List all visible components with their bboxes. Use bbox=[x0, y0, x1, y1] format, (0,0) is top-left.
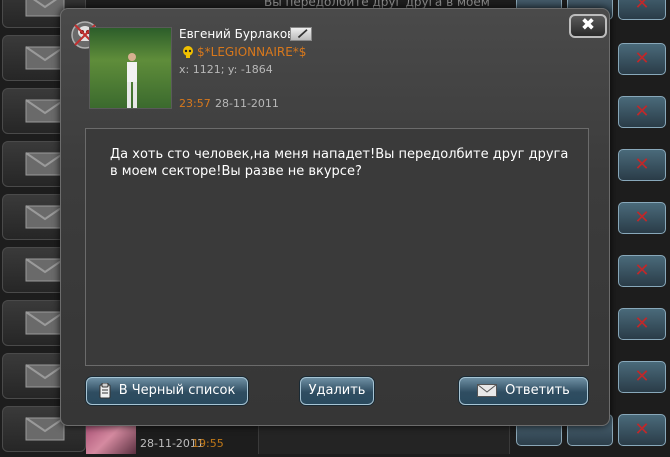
delete-button[interactable]: Удалить bbox=[300, 377, 374, 405]
delete-button-label: Удалить bbox=[308, 383, 366, 398]
close-icon[interactable]: ✕ bbox=[618, 96, 666, 128]
clan-skull-icon bbox=[183, 46, 193, 58]
close-icon[interactable]: ✕ bbox=[618, 0, 666, 20]
blacklist-button-label: В Черный список bbox=[118, 383, 236, 398]
sender-coordinates: x: 1121; y: -1864 bbox=[179, 63, 273, 76]
envelope-icon bbox=[477, 384, 498, 397]
clipboard-icon bbox=[99, 382, 111, 398]
close-icon[interactable]: ✕ bbox=[618, 361, 666, 393]
close-button[interactable]: ✖ bbox=[569, 14, 607, 38]
close-icon[interactable]: ✕ bbox=[618, 414, 666, 446]
message-time: 19:55 bbox=[192, 437, 224, 450]
message-date: 28-11-2011 bbox=[215, 97, 279, 110]
sender-avatar bbox=[89, 27, 172, 109]
reply-button[interactable]: Ответить bbox=[459, 377, 588, 405]
message-time: 23:57 bbox=[179, 97, 211, 110]
message-text: Да хоть сто человек,на меня нападет!Вы п… bbox=[110, 147, 569, 179]
close-icon[interactable]: ✕ bbox=[618, 255, 666, 287]
close-icon[interactable]: ✕ bbox=[618, 308, 666, 340]
reply-button-label: Ответить bbox=[505, 383, 570, 398]
edit-pencil-icon[interactable] bbox=[290, 27, 312, 41]
blacklist-button[interactable]: В Черный список bbox=[86, 377, 248, 405]
close-icon[interactable]: ✕ bbox=[618, 202, 666, 234]
sender-clan[interactable]: $*LEGIONNAIRE*$ bbox=[197, 45, 306, 59]
close-icon[interactable]: ✕ bbox=[618, 149, 666, 181]
close-icon[interactable]: ✕ bbox=[618, 43, 666, 75]
sender-name[interactable]: Евгений Бурлаков bbox=[179, 27, 294, 41]
